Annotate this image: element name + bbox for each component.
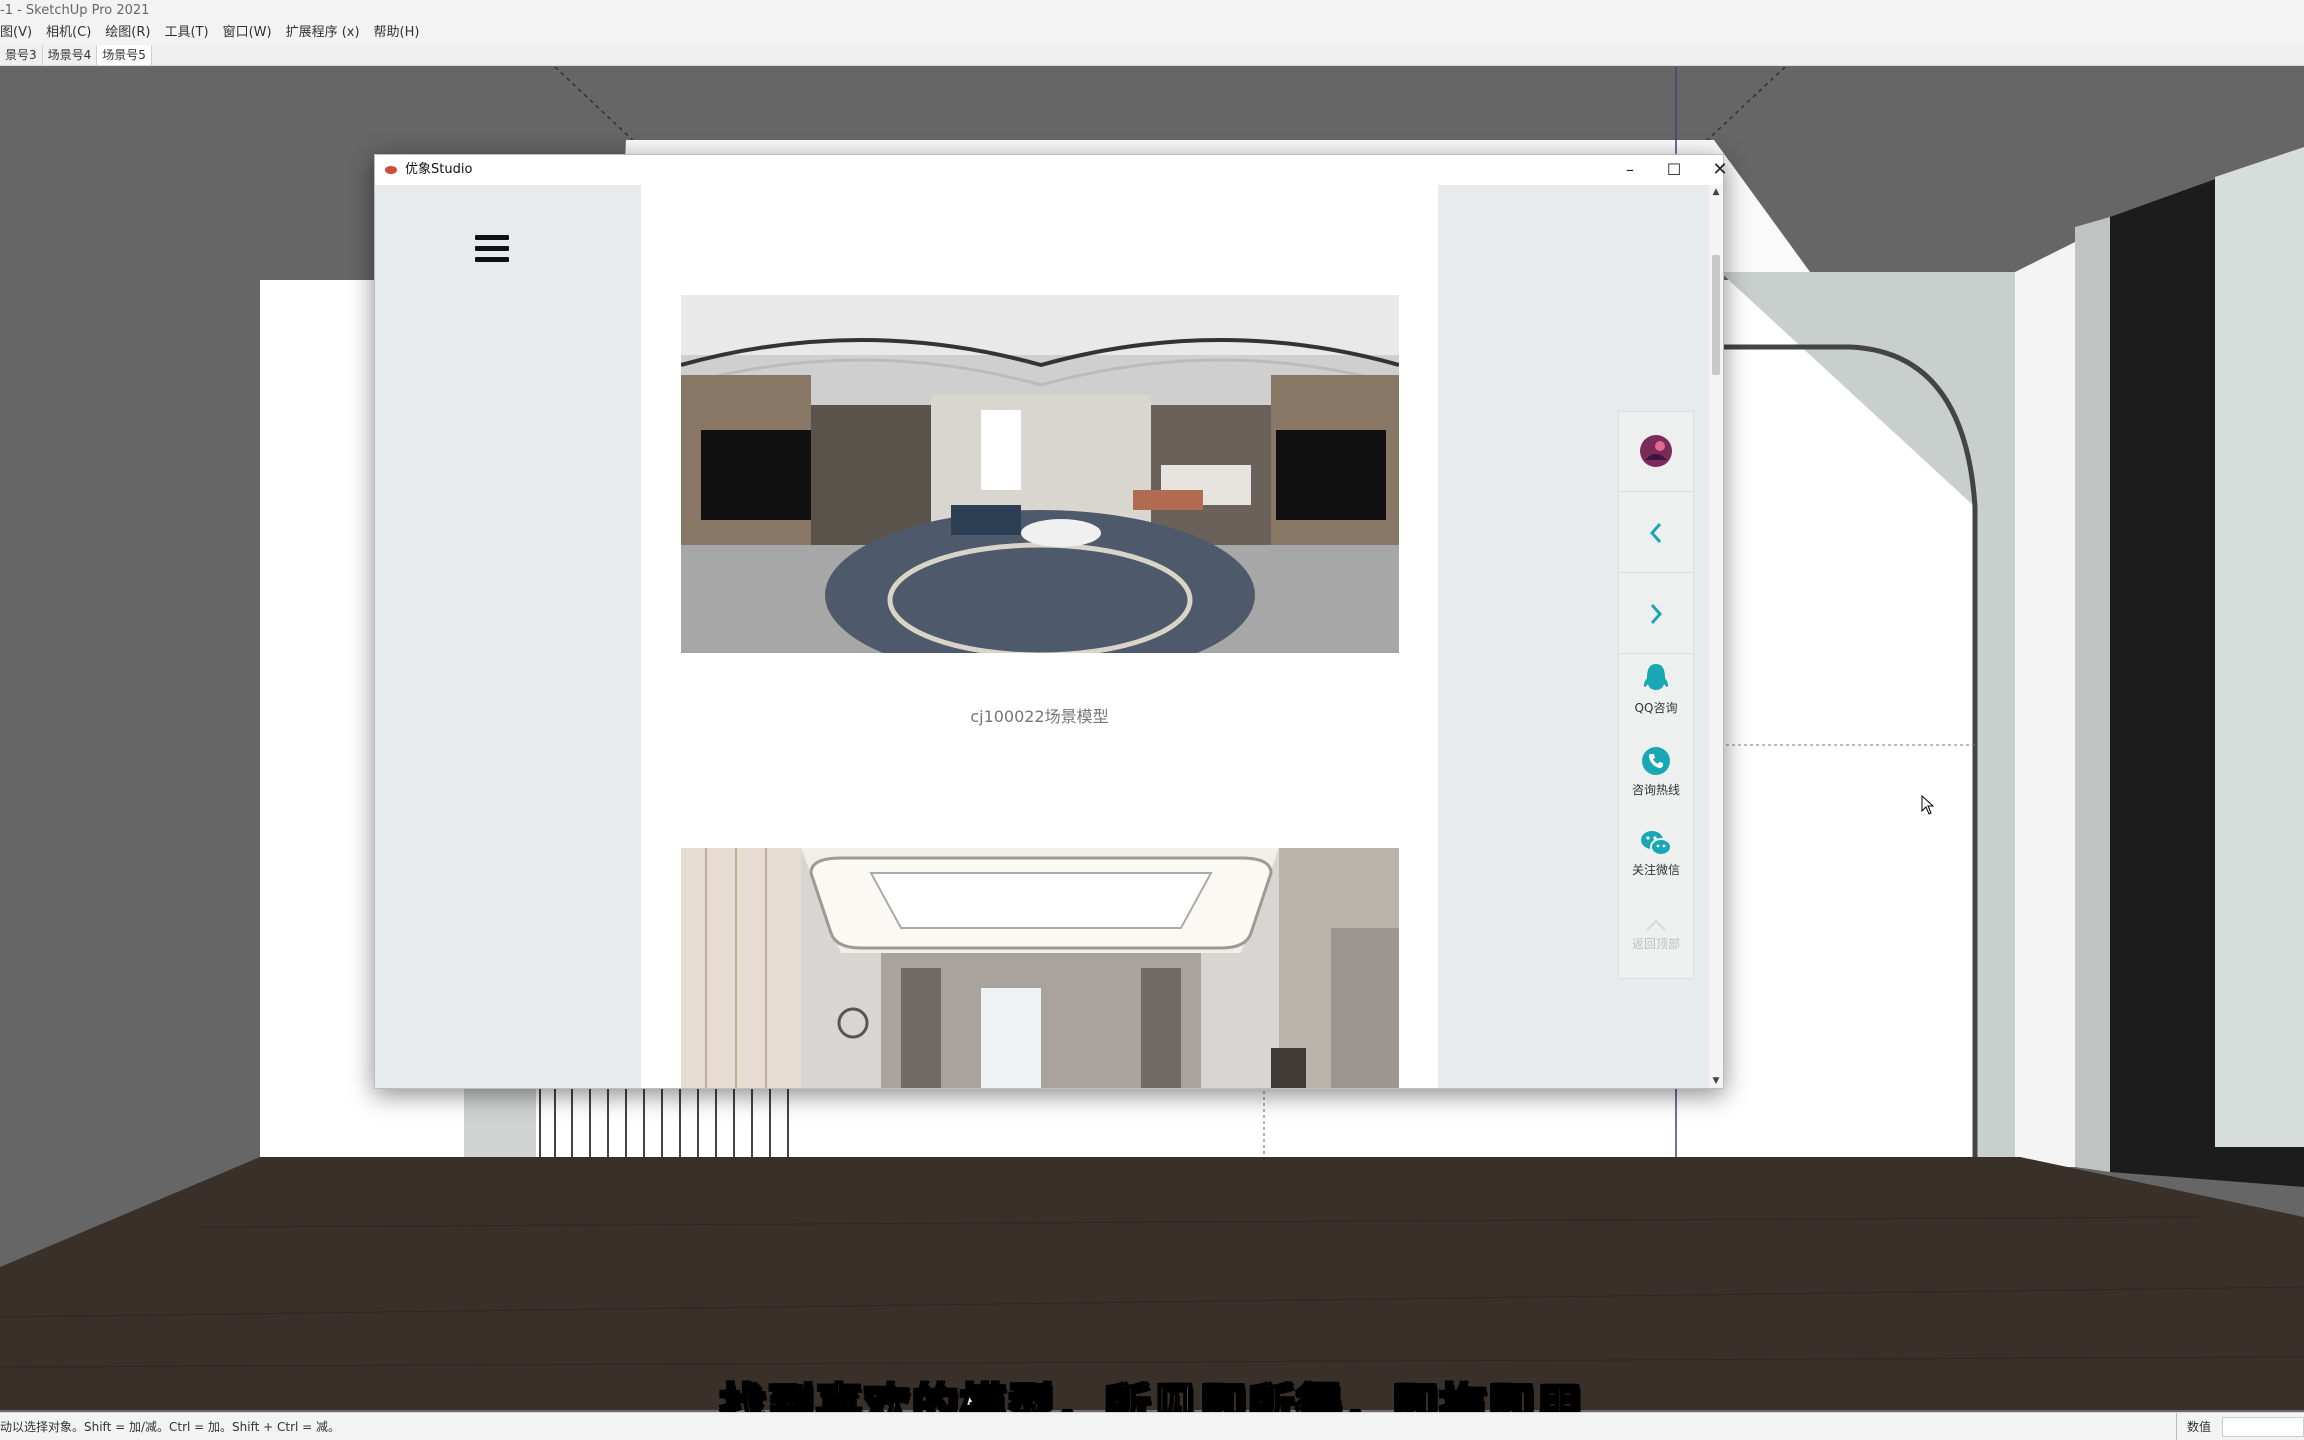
hamburger-menu-icon[interactable] xyxy=(475,235,509,263)
hotline-button[interactable]: 咨询热线 xyxy=(1619,744,1693,824)
minimize-button[interactable]: – xyxy=(1607,155,1653,185)
app-title: -1 - SketchUp Pro 2021 xyxy=(0,3,150,18)
scene-tab-4[interactable]: 场景号4 xyxy=(43,44,98,65)
bedroom-ceiling-render-image xyxy=(681,848,1399,1088)
scroll-up-icon[interactable]: ▲ xyxy=(1709,185,1723,199)
status-hint: 动以选择对象。Shift = 加/减。Ctrl = 加。Shift + Ctrl… xyxy=(0,1420,341,1434)
chevron-right-icon xyxy=(1650,604,1663,624)
panorama-living-room-image xyxy=(681,295,1399,653)
chevron-up-icon xyxy=(1646,919,1666,931)
model-thumbnail[interactable] xyxy=(681,295,1399,653)
menu-bar: 图(V) 相机(C) 绘图(R) 工具(T) 窗口(W) 扩展程序 (x) 帮助… xyxy=(0,22,2304,44)
model-caption[interactable]: cj100022场景模型 xyxy=(641,703,1438,727)
model-thumbnail[interactable] xyxy=(681,848,1399,1088)
back-to-top-button[interactable]: 返回顶部 xyxy=(1619,912,1693,978)
back-to-top-label: 返回顶部 xyxy=(1631,937,1680,951)
left-panel xyxy=(375,185,641,1088)
status-bar: 动以选择对象。Shift = 加/减。Ctrl = 加。Shift + Ctrl… xyxy=(0,1412,2304,1440)
measurements-input[interactable] xyxy=(2222,1417,2304,1437)
app-title-bar: -1 - SketchUp Pro 2021 xyxy=(0,0,2304,22)
menu-camera[interactable]: 相机(C) xyxy=(46,22,91,44)
prev-button[interactable] xyxy=(1619,492,1693,573)
studio-logo-icon xyxy=(385,166,397,174)
menu-tools[interactable]: 工具(T) xyxy=(164,22,208,44)
qq-consult-button[interactable]: QQ咨询 xyxy=(1619,662,1693,742)
model-list[interactable]: cj100022场景模型 xyxy=(641,185,1438,1088)
plugin-window: 优象Studio – ☐ ✕ cj100022场景模型 ▲ ▼ QQ咨询 咨询热… xyxy=(374,154,1935,1089)
menu-extensions[interactable]: 扩展程序 (x) xyxy=(286,22,360,44)
scene-tabs: 景号3 场景号4 场景号5 xyxy=(0,44,2304,66)
qq-consult-label: QQ咨询 xyxy=(1634,701,1678,715)
qq-penguin-icon xyxy=(1643,664,1669,690)
floating-sidebar: QQ咨询 咨询热线 关注微信 返回顶部 xyxy=(1618,411,1694,979)
avatar-button[interactable] xyxy=(1619,412,1693,492)
plugin-title: 优象Studio xyxy=(405,162,473,177)
scene-tab-5[interactable]: 场景号5 xyxy=(97,44,152,65)
plugin-title-bar[interactable]: 优象Studio – ☐ ✕ xyxy=(375,155,1728,185)
chevron-left-icon xyxy=(1649,523,1662,543)
scene-tab-3[interactable]: 景号3 xyxy=(0,44,43,65)
next-button[interactable] xyxy=(1619,573,1693,654)
mouse-cursor-icon xyxy=(1921,795,1935,815)
wechat-follow-button[interactable]: 关注微信 xyxy=(1619,824,1693,904)
scrollbar-thumb[interactable] xyxy=(1712,255,1720,375)
scroll-down-icon[interactable]: ▼ xyxy=(1709,1074,1723,1088)
close-button[interactable]: ✕ xyxy=(1697,155,1743,185)
avatar-icon xyxy=(1640,435,1672,467)
menu-draw[interactable]: 绘图(R) xyxy=(105,22,150,44)
hotline-label: 咨询热线 xyxy=(1631,783,1680,797)
wechat-follow-label: 关注微信 xyxy=(1631,863,1680,877)
measurements-label: 数值 xyxy=(2176,1413,2211,1440)
menu-help[interactable]: 帮助(H) xyxy=(374,22,420,44)
wechat-icon xyxy=(1641,831,1672,856)
maximize-button[interactable]: ☐ xyxy=(1651,155,1697,185)
content-scrollbar[interactable]: ▲ ▼ xyxy=(1709,185,1723,1088)
menu-view[interactable]: 图(V) xyxy=(0,22,32,44)
menu-window[interactable]: 窗口(W) xyxy=(223,22,272,44)
phone-icon xyxy=(1642,747,1670,775)
